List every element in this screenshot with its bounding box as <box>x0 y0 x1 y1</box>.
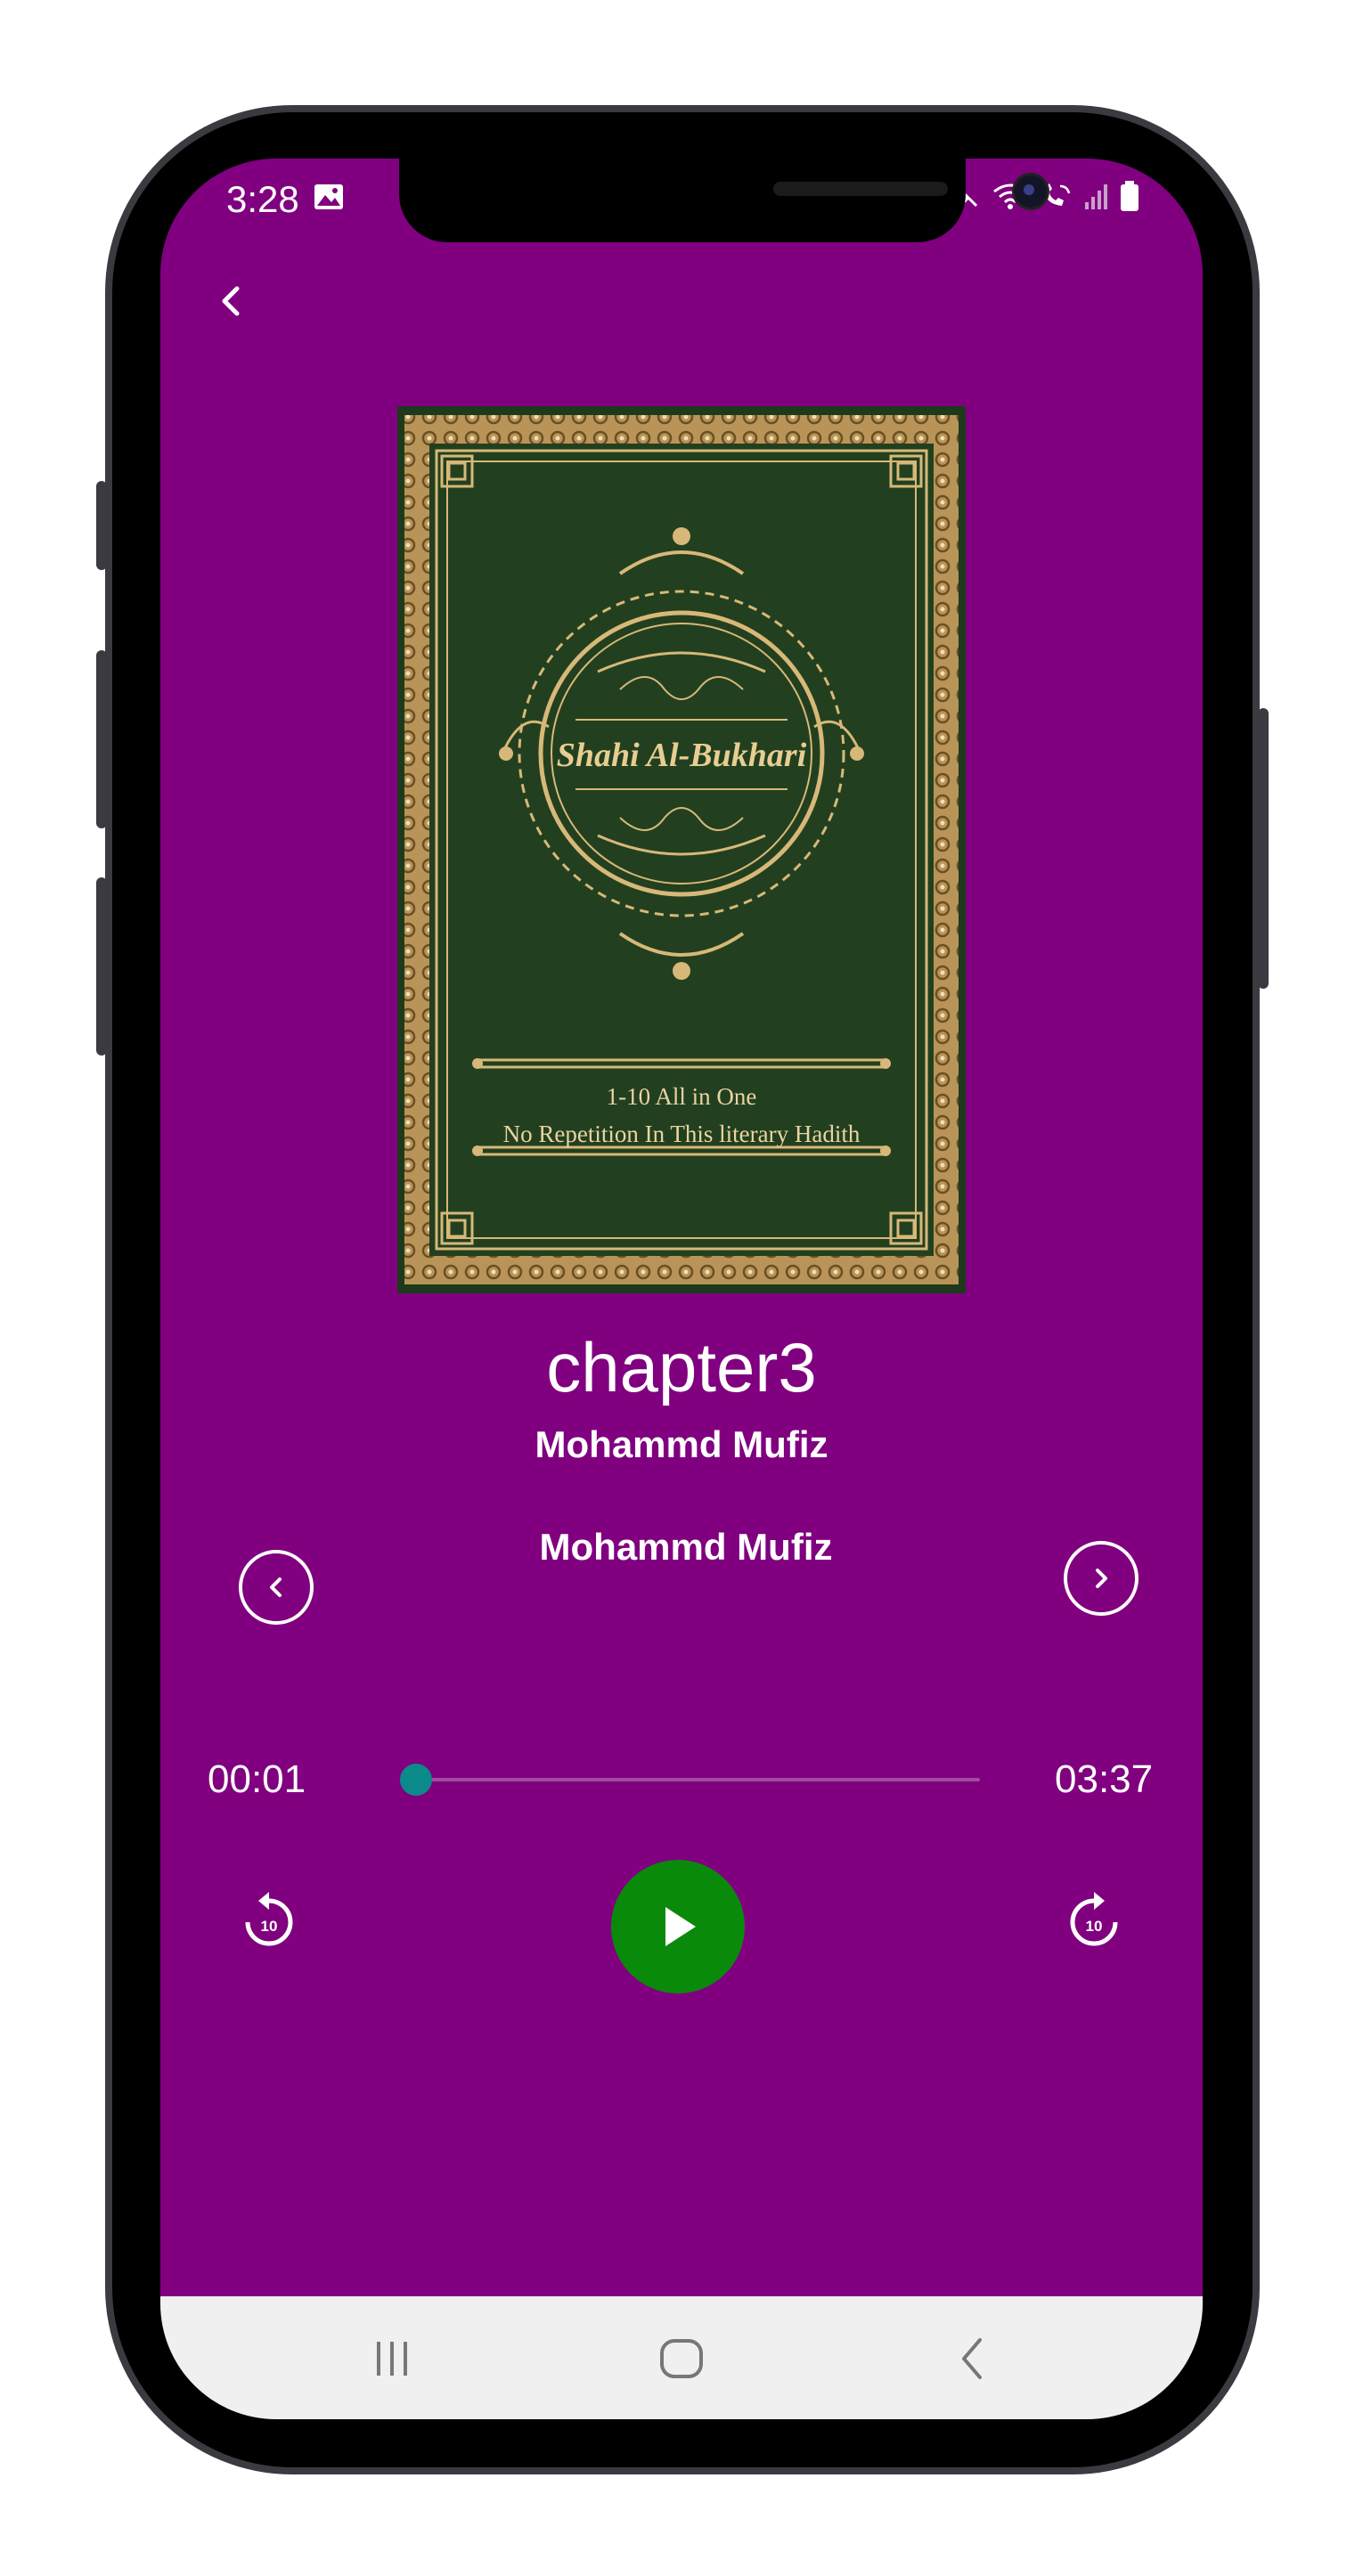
play-button[interactable] <box>611 1860 745 1993</box>
next-chapter-icon <box>1096 1569 1107 1588</box>
duration-time: 03:37 <box>1055 1757 1154 1801</box>
camera-notch <box>399 159 1049 242</box>
gallery-notification-icon <box>314 184 343 209</box>
narrator-name: Mohammd Mufiz <box>539 1526 833 1568</box>
back-button[interactable] <box>196 265 267 337</box>
rewind-10-button[interactable]: 10 <box>233 1887 305 1958</box>
seek-thumb[interactable] <box>400 1764 433 1796</box>
phone-power-button <box>1258 708 1269 989</box>
recent-apps-icon <box>377 2342 407 2376</box>
front-camera <box>1012 173 1049 210</box>
battery-icon <box>1121 181 1139 211</box>
forward-10-button[interactable]: 10 <box>1058 1887 1130 1958</box>
home-icon <box>660 2339 703 2378</box>
forward-seconds-label: 10 <box>1086 1918 1103 1935</box>
cover-artwork: Shahi Al-Bukhari 1-10 All in One No Repe… <box>397 406 966 1293</box>
cover-subtitle-line1: 1-10 All in One <box>607 1083 757 1110</box>
previous-chapter-button[interactable] <box>239 1550 314 1625</box>
cover-title: Shahi Al-Bukhari <box>557 737 807 774</box>
status-time: 3:28 <box>226 178 299 220</box>
phone-side-button <box>96 481 107 570</box>
back-arrow-icon <box>222 286 240 316</box>
next-chapter-button[interactable] <box>1064 1541 1139 1616</box>
app-screen: 3:28 Shahi Al-Bukhari 1-10 All in One No… <box>160 159 1203 2419</box>
recent-apps-button[interactable] <box>356 2332 428 2385</box>
rewind-10-icon: 10 <box>245 1892 293 1946</box>
signal-icon <box>1085 184 1107 209</box>
phone-volume-up <box>96 650 107 828</box>
earpiece-speaker <box>773 182 948 196</box>
home-button[interactable] <box>646 2332 717 2385</box>
previous-chapter-icon <box>270 1577 282 1597</box>
phone-volume-down <box>96 877 107 1056</box>
nav-back-button[interactable] <box>937 2332 1008 2385</box>
cover-subtitle-line2: No Repetition In This literary Hadith <box>503 1121 861 1147</box>
nav-back-icon <box>962 2338 982 2379</box>
author-name: Mohammd Mufiz <box>535 1423 828 1465</box>
system-navigation-bar <box>160 2296 1203 2419</box>
book-cover: Shahi Al-Bukhari 1-10 All in One No Repe… <box>397 406 966 1293</box>
seek-bar[interactable] <box>413 1778 980 1781</box>
forward-10-icon: 10 <box>1070 1892 1118 1946</box>
chapter-title: chapter3 <box>546 1328 817 1406</box>
elapsed-time: 00:01 <box>208 1757 306 1801</box>
play-icon <box>665 1907 696 1946</box>
rewind-seconds-label: 10 <box>261 1918 278 1935</box>
